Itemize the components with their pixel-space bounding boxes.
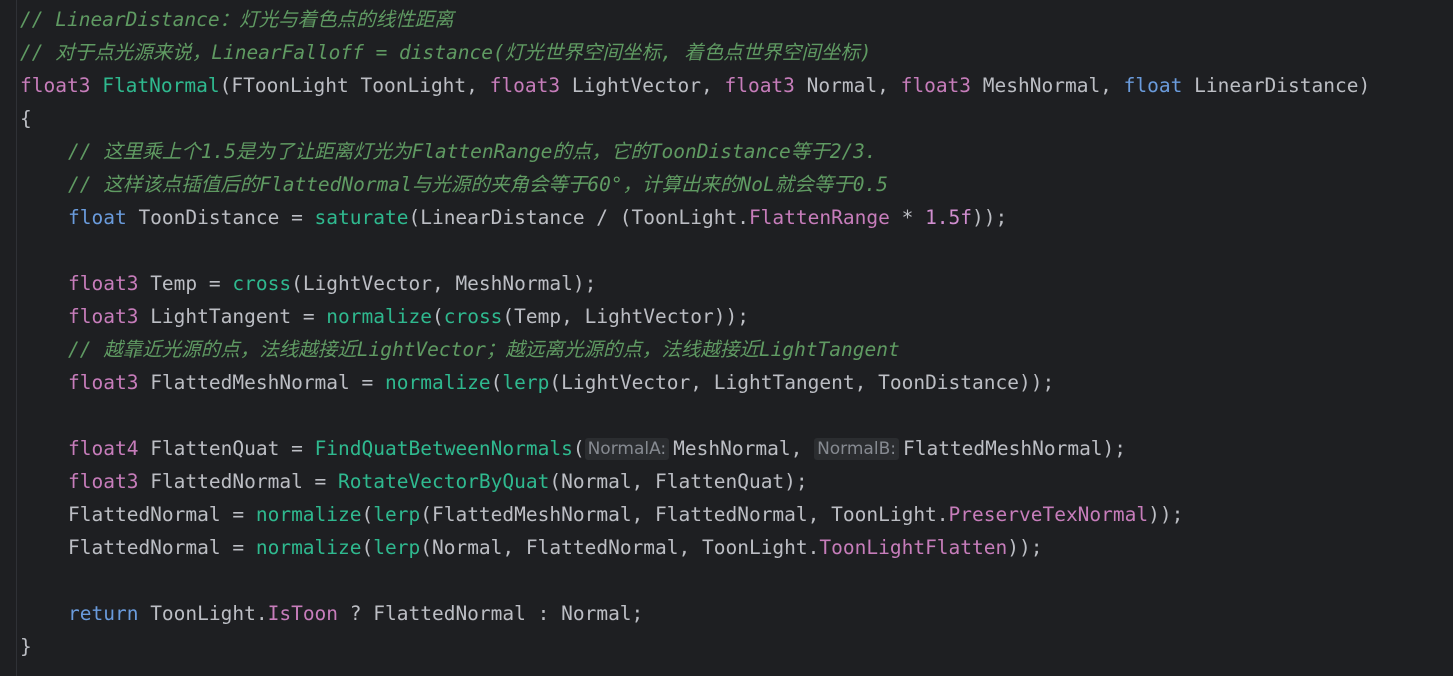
code-token: (Normal, FlattenQuat);: [549, 470, 808, 493]
function-token: normalize: [385, 371, 491, 394]
code-line[interactable]: // 这样该点插值后的FlattedNormal与光源的夹角会等于60°，计算出…: [20, 168, 1453, 201]
member-token: ToonLightFlatten: [819, 536, 1008, 559]
code-token: FlattedMeshNormal =: [138, 371, 385, 394]
code-token: LinearDistance): [1182, 74, 1371, 97]
code-line[interactable]: float3 LightTangent = normalize(cross(Te…: [20, 300, 1453, 333]
code-token: (: [219, 74, 232, 97]
comment-token: // 这里乘上个1.5是为了让距离灯光为FlattenRange的点，它的Too…: [68, 140, 877, 163]
function-token: normalize: [326, 305, 432, 328]
code-token: ));: [1007, 536, 1043, 559]
code-token: FlattedNormal =: [138, 470, 339, 493]
keyword-token: float: [68, 206, 127, 229]
type-keyword-token: float3: [68, 272, 139, 295]
comment-token: // LinearDistance：灯光与着色点的线性距离: [20, 8, 454, 31]
code-line[interactable]: float3 FlatNormal(FToonLight ToonLight, …: [20, 69, 1453, 102]
code-token: (: [361, 503, 374, 526]
code-token: (LightVector, MeshNormal);: [291, 272, 597, 295]
code-line[interactable]: FlattedNormal = normalize(lerp(Normal, F…: [20, 531, 1453, 564]
code-token: ToonLight.: [138, 602, 268, 625]
code-line[interactable]: // 对于点光源来说，LinearFalloff = distance(灯光世界…: [20, 36, 1453, 69]
type-keyword-token: float3: [20, 74, 91, 97]
function-token: normalize: [255, 503, 362, 526]
code-line[interactable]: return ToonLight.IsToon ? FlattedNormal …: [20, 597, 1453, 630]
code-line[interactable]: }: [20, 630, 1453, 663]
code-token: *: [889, 206, 926, 229]
code-token: ));: [1148, 503, 1184, 526]
function-token: lerp: [373, 536, 421, 559]
member-token: FlattenRange: [748, 206, 890, 229]
code-line[interactable]: float3 Temp = cross(LightVector, MeshNor…: [20, 267, 1453, 300]
code-token: Temp =: [138, 272, 233, 295]
code-line[interactable]: [20, 399, 1453, 432]
code-token: {: [20, 107, 32, 130]
code-editor[interactable]: // LinearDistance：灯光与着色点的线性距离 // 对于点光源来说，…: [0, 0, 1453, 676]
function-token: saturate: [314, 206, 409, 229]
code-token: FToonLight ToonLight,: [231, 74, 490, 97]
code-token: MeshNormal,: [673, 437, 815, 460]
code-token: (: [490, 371, 503, 394]
parameter-hint: NormalB:: [814, 438, 899, 460]
code-token: LightVector,: [560, 74, 725, 97]
code-line[interactable]: [20, 234, 1453, 267]
function-token: FlatNormal: [102, 74, 220, 97]
code-token: ? FlattedNormal : Normal;: [338, 602, 644, 625]
code-line[interactable]: FlattedNormal = normalize(lerp(FlattedMe…: [20, 498, 1453, 531]
type-keyword-token: float3: [900, 74, 972, 97]
function-token: FindQuatBetweenNormals: [314, 437, 573, 460]
code-token: ));: [972, 206, 1008, 229]
code-token: (LightVector, LightTangent, ToonDistance…: [549, 371, 1055, 394]
code-token: (: [361, 536, 374, 559]
parameter-hint: NormalA:: [584, 438, 670, 460]
code-token: LightTangent =: [138, 305, 327, 328]
code-line[interactable]: float4 FlattenQuat = FindQuatBetweenNorm…: [20, 432, 1453, 465]
function-token: RotateVectorByQuat: [338, 470, 550, 493]
code-token: (: [572, 437, 585, 460]
code-token: (LinearDistance / (ToonLight.: [408, 206, 749, 229]
type-keyword-token: float3: [68, 470, 139, 493]
type-keyword-token: float3: [68, 371, 139, 394]
function-token: lerp: [502, 371, 550, 394]
code-token: FlattedNormal =: [68, 536, 256, 559]
code-line[interactable]: // LinearDistance：灯光与着色点的线性距离: [20, 3, 1453, 36]
code-area[interactable]: // LinearDistance：灯光与着色点的线性距离 // 对于点光源来说，…: [20, 3, 1453, 663]
keyword-token: float: [1123, 74, 1183, 97]
code-token: }: [20, 635, 32, 658]
function-token: cross: [443, 305, 503, 328]
code-token: FlattedNormal =: [68, 503, 256, 526]
code-token: (Normal, FlattedNormal, ToonLight.: [420, 536, 820, 559]
code-token: (FlattedMeshNormal, FlattedNormal, ToonL…: [420, 503, 949, 526]
comment-token: // 这样该点插值后的FlattedNormal与光源的夹角会等于60°，计算出…: [68, 173, 889, 196]
function-token: lerp: [373, 503, 421, 526]
code-line[interactable]: // 越靠近光源的点，法线越接近LightVector；越远离光源的点，法线越接…: [20, 333, 1453, 366]
code-line[interactable]: float3 FlattedMeshNormal = normalize(ler…: [20, 366, 1453, 399]
code-line[interactable]: // 这里乘上个1.5是为了让距离灯光为FlattenRange的点，它的Too…: [20, 135, 1453, 168]
type-keyword-token: float3: [489, 74, 561, 97]
code-token: (: [431, 305, 444, 328]
code-line[interactable]: float ToonDistance = saturate(LinearDist…: [20, 201, 1453, 234]
function-token: cross: [232, 272, 292, 295]
code-line[interactable]: [20, 564, 1453, 597]
function-token: normalize: [255, 536, 362, 559]
keyword-token: return: [68, 602, 139, 625]
code-token: ToonDistance =: [126, 206, 315, 229]
number-literal-token: 1.5f: [925, 206, 973, 229]
code-token: FlattenQuat =: [138, 437, 315, 460]
code-line[interactable]: float3 FlattedNormal = RotateVectorByQua…: [20, 465, 1453, 498]
type-keyword-token: float3: [68, 305, 139, 328]
code-token: Normal,: [794, 74, 901, 97]
code-token: MeshNormal,: [971, 74, 1124, 97]
type-keyword-token: float3: [724, 74, 795, 97]
gutter-divider: [16, 0, 17, 676]
type-keyword-token: float4: [68, 437, 139, 460]
comment-token: // 越靠近光源的点，法线越接近LightVector；越远离光源的点，法线越接…: [68, 338, 900, 361]
code-token: (Temp, LightVector));: [502, 305, 749, 328]
comment-token: // 对于点光源来说，LinearFalloff = distance(灯光世界…: [20, 41, 872, 64]
code-token: FlattedMeshNormal);: [902, 437, 1127, 460]
code-line[interactable]: {: [20, 102, 1453, 135]
member-token: PreserveTexNormal: [948, 503, 1149, 526]
member-token: IsToon: [267, 602, 339, 625]
